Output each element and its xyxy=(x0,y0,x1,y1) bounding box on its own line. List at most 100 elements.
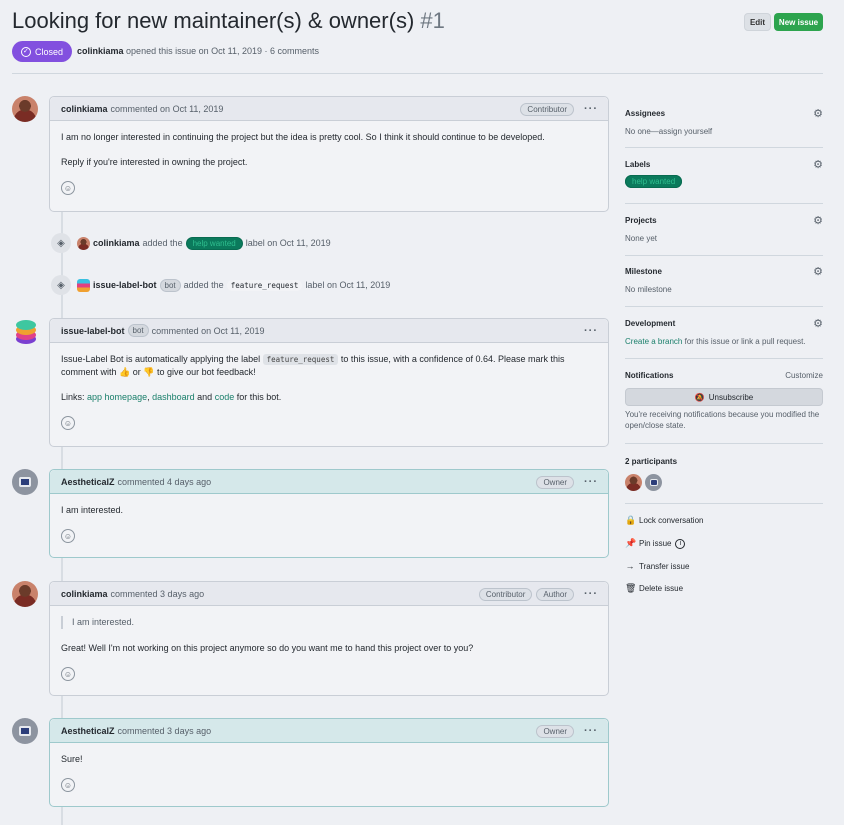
sidebar-divider xyxy=(625,203,823,204)
sidebar-milestone: Milestone ⚙ No milestone xyxy=(625,265,823,294)
add-reaction-icon[interactable]: ☺ xyxy=(61,778,75,792)
lock-icon: 🔒 xyxy=(625,515,637,525)
author-badge: Author xyxy=(536,587,574,601)
bot-avatar[interactable] xyxy=(14,318,40,348)
more-options-icon[interactable]: ··· xyxy=(584,103,598,115)
comment: colinkiama commented on Oct 11, 2019 Cont… xyxy=(49,96,609,212)
comment-links: Links: app homepage, dashboard and code … xyxy=(61,392,282,402)
info-icon[interactable]: i xyxy=(675,538,686,549)
create-branch-link[interactable]: Create a branch xyxy=(625,337,682,346)
label-help-wanted[interactable]: help wanted xyxy=(625,175,683,188)
event-actor[interactable]: issue-label-bot xyxy=(93,280,157,290)
tag-icon: ◈ xyxy=(51,233,71,253)
customize-link[interactable]: Customize xyxy=(785,371,823,380)
sidebar-divider xyxy=(625,443,823,444)
comment-text: Great! Well I'm not working on this proj… xyxy=(61,643,474,653)
gear-icon[interactable]: ⚙ xyxy=(813,158,823,171)
label-help-wanted[interactable]: help wanted xyxy=(185,236,243,250)
gear-icon[interactable]: ⚙ xyxy=(813,265,823,278)
assign-yourself-link[interactable]: No one—assign yourself xyxy=(625,126,823,137)
comment-text: I am no longer interested in continuing … xyxy=(61,132,545,142)
code-link[interactable]: code xyxy=(215,392,235,402)
comment: colinkiama commented 3 days ago Contribut… xyxy=(49,581,609,696)
pin-issue-button[interactable]: 📌 Pin issue i xyxy=(625,538,686,549)
avatar[interactable] xyxy=(12,718,38,744)
comment-author[interactable]: colinkiama xyxy=(61,589,108,599)
sidebar-labels: Labels ⚙ help wanted xyxy=(625,158,823,188)
sidebar-divider xyxy=(625,306,823,307)
gear-icon[interactable]: ⚙ xyxy=(813,214,823,227)
issue-author-link[interactable]: colinkiama xyxy=(77,46,124,56)
sidebar-assignees: Assignees ⚙ No one—assign yourself xyxy=(625,107,823,137)
arrow-right-icon: → xyxy=(625,561,635,571)
sidebar-divider xyxy=(625,358,823,359)
issue-title: Looking for new maintainer(s) & owner(s)… xyxy=(12,8,445,33)
avatar[interactable] xyxy=(77,278,90,292)
sidebar-divider xyxy=(625,503,823,504)
gear-icon[interactable]: ⚙ xyxy=(813,317,823,330)
dashboard-link[interactable]: dashboard xyxy=(152,392,195,402)
more-options-icon[interactable]: ··· xyxy=(584,725,598,737)
pin-icon: 📌 xyxy=(625,538,637,548)
more-options-icon[interactable]: ··· xyxy=(584,588,598,600)
check-circle-icon: ✓ xyxy=(20,46,31,57)
add-reaction-icon[interactable]: ☺ xyxy=(61,416,75,430)
label-feature-request[interactable]: feature_request xyxy=(226,279,303,291)
comment-header: colinkiama commented 3 days ago Contribut… xyxy=(50,582,608,606)
delete-issue-button[interactable]: 🗑 Delete issue xyxy=(625,583,683,594)
tag-icon: ◈ xyxy=(51,275,71,295)
comment-header: AestheticalZ commented 4 days ago Owner ··… xyxy=(50,470,608,494)
timeline-event: ◈ colinkiama added the help wanted label… xyxy=(51,233,331,253)
avatar[interactable] xyxy=(12,581,38,607)
participant-avatar[interactable] xyxy=(625,474,642,491)
bell-slash-icon: 🔕 xyxy=(694,392,705,402)
event-actor[interactable]: colinkiama xyxy=(93,238,140,248)
add-reaction-icon[interactable]: ☺ xyxy=(61,529,75,543)
comment-header: issue-label-bot bot commented on Oct 11, 2… xyxy=(50,319,608,343)
comment: issue-label-bot bot commented on Oct 11, 2… xyxy=(49,318,609,447)
sidebar-divider xyxy=(625,147,823,148)
quoted-reply: I am interested. xyxy=(61,616,597,629)
participant-avatar[interactable] xyxy=(645,474,662,491)
contributor-badge: Contributor xyxy=(520,102,574,116)
status-badge: ✓ Closed xyxy=(12,41,72,62)
contributor-badge: Contributor xyxy=(478,587,533,601)
header-divider xyxy=(12,73,823,74)
comment-header: AestheticalZ commented 3 days ago Owner ··… xyxy=(50,719,608,743)
transfer-issue-button[interactable]: → Transfer issue xyxy=(625,561,690,571)
edit-button[interactable]: Edit xyxy=(744,13,771,31)
lock-conversation-button[interactable]: 🔒 Lock conversation xyxy=(625,515,703,526)
issue-number: #1 xyxy=(420,8,445,33)
avatar[interactable] xyxy=(77,236,90,250)
comment: AestheticalZ commented 4 days ago Owner ··… xyxy=(49,469,609,558)
sidebar-participants: 2 participants xyxy=(625,457,678,466)
owner-badge: Owner xyxy=(536,724,574,738)
notification-reason: You're receiving notifications because y… xyxy=(625,410,820,430)
bot-badge: bot xyxy=(159,278,181,292)
bot-badge: bot xyxy=(127,324,149,337)
avatar[interactable] xyxy=(12,96,38,122)
add-reaction-icon[interactable]: ☺ xyxy=(61,181,75,195)
comment-text: Issue-Label Bot is automatically applyin… xyxy=(61,354,565,377)
comment: AestheticalZ commented 3 days ago Owner ··… xyxy=(49,718,609,807)
gear-icon[interactable]: ⚙ xyxy=(813,107,823,120)
timeline-event: ◈ issue-label-bot bot added the feature_… xyxy=(51,275,390,295)
sidebar-notifications: Notifications Customize xyxy=(625,371,823,380)
comment-author[interactable]: issue-label-bot xyxy=(61,326,125,336)
comment-author[interactable]: AestheticalZ xyxy=(61,477,115,487)
comment-text: I am interested. xyxy=(61,505,124,515)
unsubscribe-button[interactable]: 🔕 Unsubscribe xyxy=(625,388,823,406)
comment-header: colinkiama commented on Oct 11, 2019 Cont… xyxy=(50,97,608,121)
more-options-icon[interactable]: ··· xyxy=(584,325,598,337)
add-reaction-icon[interactable]: ☺ xyxy=(61,667,75,681)
more-options-icon[interactable]: ··· xyxy=(584,476,598,488)
avatar[interactable] xyxy=(12,469,38,495)
comment-author[interactable]: AestheticalZ xyxy=(61,726,115,736)
comment-text: Sure! xyxy=(61,754,83,764)
app-homepage-link[interactable]: app homepage xyxy=(87,392,147,402)
sidebar-divider xyxy=(625,255,823,256)
issue-meta: colinkiama opened this issue on Oct 11, … xyxy=(77,46,319,56)
comment-text: Reply if you're interested in owning the… xyxy=(61,157,248,167)
new-issue-button[interactable]: New issue xyxy=(774,13,823,31)
comment-author[interactable]: colinkiama xyxy=(61,104,108,114)
